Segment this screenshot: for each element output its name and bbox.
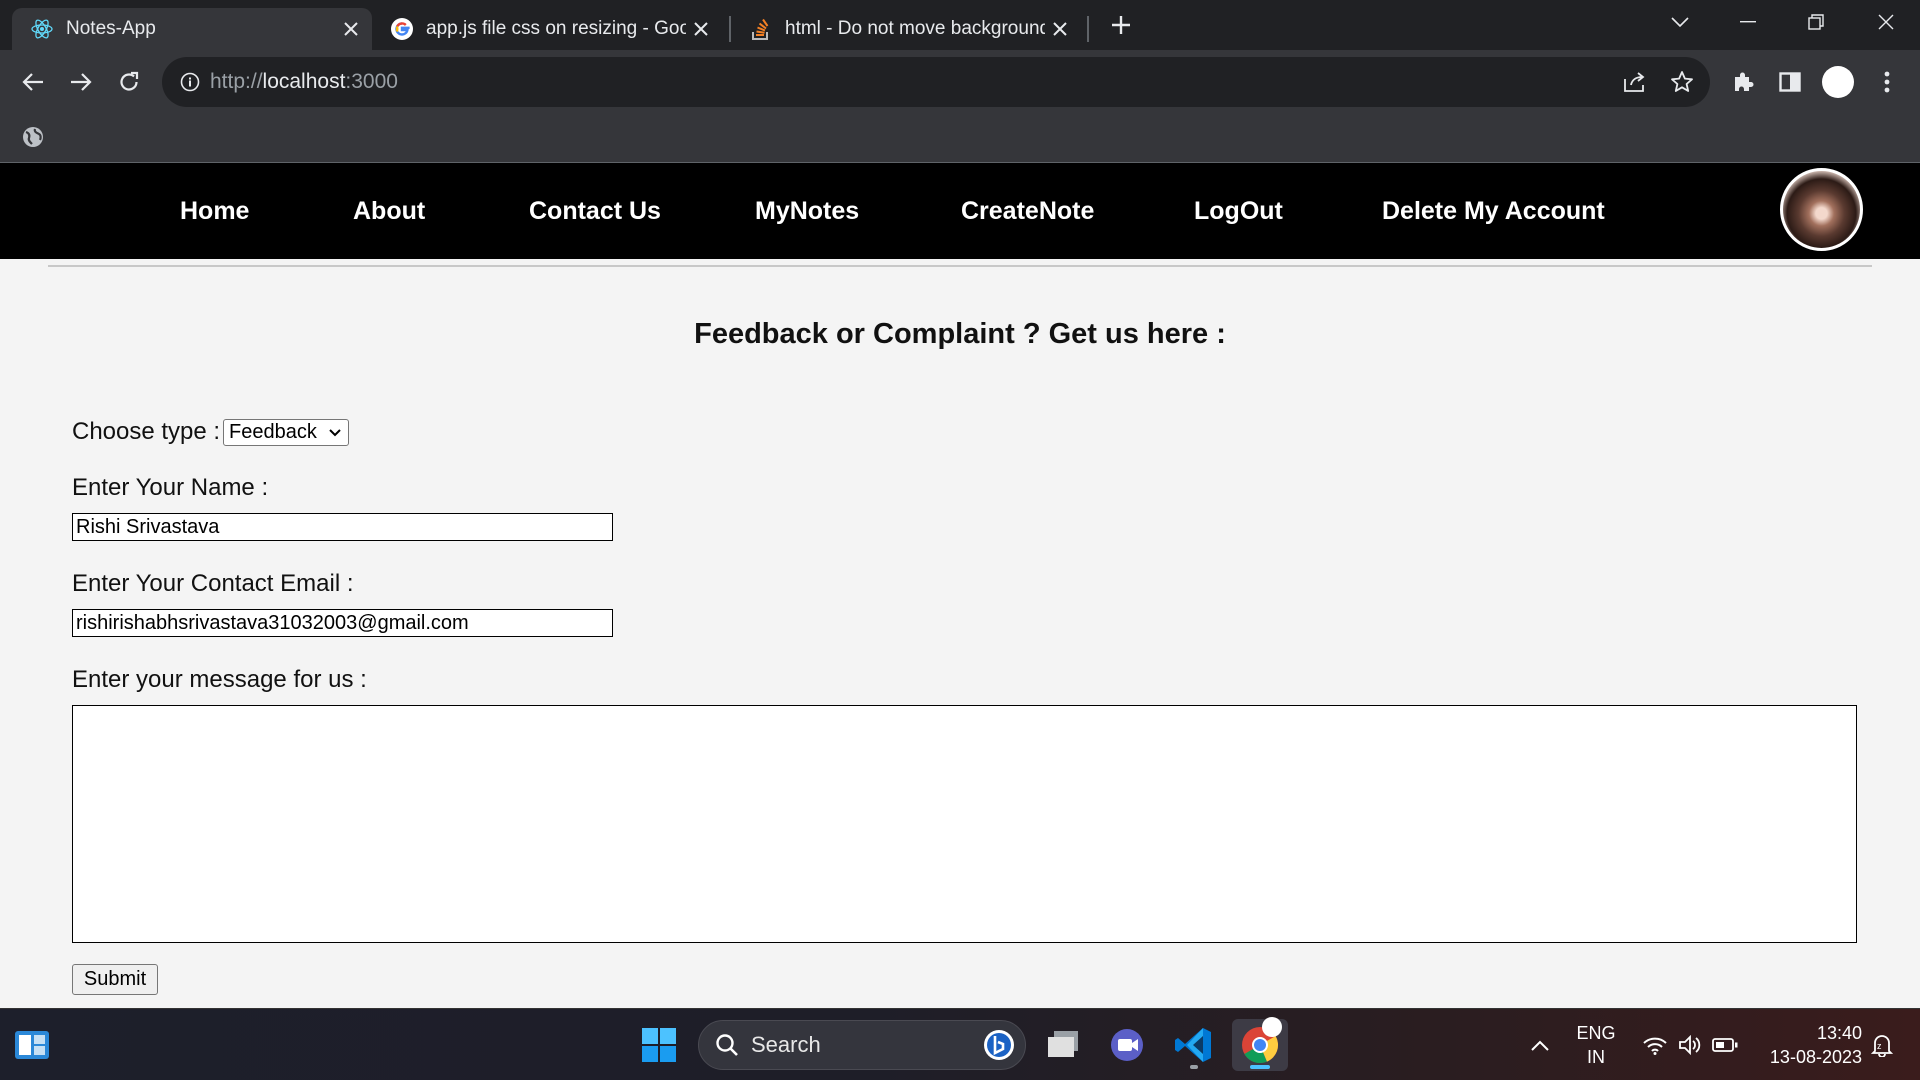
bookmarks-bar bbox=[0, 113, 1920, 163]
react-icon bbox=[30, 17, 54, 41]
message-textarea[interactable] bbox=[72, 705, 1857, 943]
search-icon bbox=[715, 1033, 739, 1057]
battery-icon bbox=[1712, 1037, 1738, 1053]
chevron-up-icon[interactable] bbox=[1512, 1019, 1568, 1071]
restore-icon[interactable] bbox=[1782, 0, 1850, 44]
address-bar[interactable]: http://localhost:3000 bbox=[162, 57, 1710, 107]
close-window-icon[interactable] bbox=[1852, 0, 1920, 44]
language-indicator[interactable]: ENG IN bbox=[1570, 1021, 1622, 1069]
submit-button[interactable]: Submit bbox=[72, 964, 158, 995]
extensions-puzzle-icon[interactable] bbox=[1722, 61, 1764, 103]
taskbar-search-box[interactable]: Search bbox=[698, 1020, 1026, 1070]
running-indicator bbox=[1190, 1065, 1198, 1069]
type-label: Choose type : bbox=[72, 418, 221, 445]
browser-toolbar: http://localhost:3000 bbox=[0, 50, 1920, 113]
divider bbox=[48, 265, 1872, 267]
nav-link-home[interactable]: Home bbox=[180, 197, 249, 226]
user-avatar[interactable] bbox=[1780, 168, 1863, 251]
page-title: Feedback or Complaint ? Get us here : bbox=[694, 318, 1226, 350]
tab-separator bbox=[1087, 16, 1089, 42]
chrome-taskbar-icon[interactable] bbox=[1232, 1017, 1288, 1071]
clock[interactable]: 13:40 13-08-2023 bbox=[1752, 1021, 1862, 1069]
notification-badge bbox=[1262, 1017, 1282, 1037]
notification-bell-icon[interactable]: z bbox=[1862, 1019, 1902, 1071]
clock-date: 13-08-2023 bbox=[1769, 1047, 1862, 1067]
back-arrow-icon[interactable] bbox=[12, 61, 54, 103]
reload-icon[interactable] bbox=[108, 61, 150, 103]
widgets-icon[interactable] bbox=[4, 1019, 60, 1071]
clock-time: 13:40 bbox=[1816, 1023, 1862, 1043]
nav-link-delete-account[interactable]: Delete My Account bbox=[1382, 197, 1605, 226]
bookmark-star-icon[interactable] bbox=[1670, 70, 1694, 94]
nav-link-contact-us[interactable]: Contact Us bbox=[529, 197, 661, 226]
lang-line-2: IN bbox=[1587, 1047, 1605, 1067]
lang-line-1: ENG bbox=[1576, 1023, 1616, 1043]
file-explorer-icon[interactable] bbox=[1036, 1019, 1092, 1071]
tab-google-search[interactable]: app.js file css on resizing - Googl bbox=[372, 8, 722, 50]
tab-title: app.js file css on resizing - Googl bbox=[426, 18, 686, 39]
share-icon[interactable] bbox=[1622, 71, 1646, 93]
teams-chat-icon[interactable] bbox=[1100, 1019, 1156, 1071]
url-text: http://localhost:3000 bbox=[210, 70, 398, 93]
tab-notes-app[interactable]: Notes-App bbox=[12, 8, 372, 50]
type-select-value: Feedback bbox=[229, 421, 317, 443]
windows-start-icon[interactable] bbox=[631, 1019, 687, 1071]
stackoverflow-icon bbox=[749, 17, 773, 41]
tab-stackoverflow[interactable]: html - Do not move background bbox=[731, 8, 1081, 50]
close-tab-icon[interactable] bbox=[1045, 14, 1075, 44]
tab-title: html - Do not move background bbox=[785, 18, 1045, 39]
chevron-down-icon bbox=[328, 423, 342, 449]
vscode-icon[interactable] bbox=[1166, 1019, 1222, 1071]
new-tab-button[interactable] bbox=[1100, 4, 1142, 46]
forward-arrow-icon[interactable] bbox=[60, 61, 102, 103]
close-tab-icon[interactable] bbox=[336, 14, 366, 44]
type-select[interactable]: Feedback bbox=[223, 419, 349, 446]
search-placeholder: Search bbox=[751, 1032, 821, 1057]
browser-menu-icon[interactable] bbox=[1866, 61, 1908, 103]
tab-search-chevron-icon[interactable] bbox=[1646, 0, 1714, 44]
nav-link-createnote[interactable]: CreateNote bbox=[961, 197, 1094, 226]
os-taskbar: Search ENG IN 13:40 13-08-2023 z bbox=[0, 1008, 1920, 1080]
side-panel-icon[interactable] bbox=[1769, 61, 1811, 103]
email-input[interactable]: rishirishabhsrivastava31032003@gmail.com bbox=[72, 609, 613, 637]
google-icon bbox=[390, 17, 414, 41]
name-input[interactable]: Rishi Srivastava bbox=[72, 513, 613, 541]
bing-icon[interactable] bbox=[983, 1029, 1015, 1061]
globe-bookmark-icon[interactable] bbox=[21, 125, 45, 149]
email-label: Enter Your Contact Email : bbox=[72, 570, 354, 597]
svg-text:z: z bbox=[1877, 1041, 1882, 1051]
volume-icon bbox=[1678, 1035, 1702, 1055]
active-indicator bbox=[1250, 1065, 1270, 1069]
browser-tab-strip: Notes-App app.js file css on resizing - … bbox=[0, 0, 1920, 50]
wifi-icon bbox=[1642, 1035, 1668, 1055]
site-info-icon[interactable] bbox=[180, 72, 200, 92]
site-navbar: Home About Contact Us MyNotes CreateNote… bbox=[0, 163, 1920, 259]
nav-link-about[interactable]: About bbox=[353, 197, 425, 226]
system-status-group[interactable] bbox=[1636, 1019, 1744, 1071]
nav-link-logout[interactable]: LogOut bbox=[1194, 197, 1283, 226]
name-label: Enter Your Name : bbox=[72, 474, 269, 501]
tab-title: Notes-App bbox=[66, 18, 156, 39]
profile-avatar-icon[interactable] bbox=[1817, 61, 1859, 103]
web-page: Home About Contact Us MyNotes CreateNote… bbox=[0, 163, 1920, 1008]
minimize-icon[interactable] bbox=[1714, 0, 1782, 44]
nav-link-mynotes[interactable]: MyNotes bbox=[755, 197, 859, 226]
message-label: Enter your message for us : bbox=[72, 666, 367, 693]
close-tab-icon[interactable] bbox=[686, 14, 716, 44]
